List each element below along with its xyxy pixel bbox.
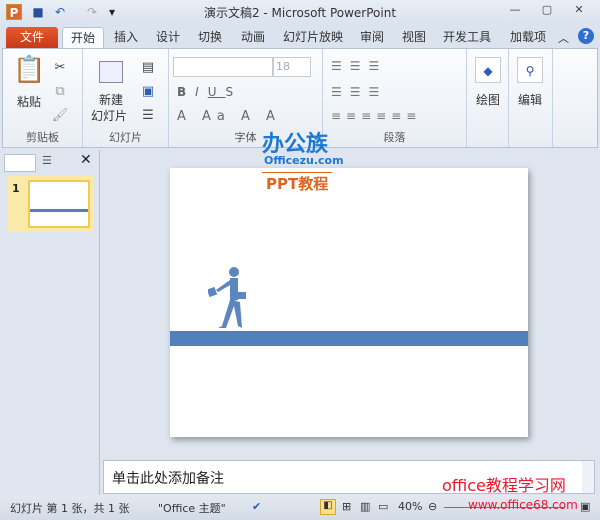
office68-site: www.office68.com xyxy=(468,498,578,512)
ppt-tutorial-caption: PPT教程 xyxy=(262,172,333,194)
font-size-combo[interactable]: 18 xyxy=(273,57,311,77)
new-slide-button[interactable]: 幻灯片 xyxy=(91,107,127,124)
binoculars-icon[interactable]: ⚲ xyxy=(517,57,543,83)
paste-button[interactable]: 粘贴 xyxy=(17,93,41,110)
slides-group: 新建 幻灯片 ▤ ▣ ☰ 幻灯片 xyxy=(83,49,169,147)
drawing-group: ◆ 绘图 xyxy=(467,49,509,147)
title-bar: P ■ ↶ ↷ ▾ 演示文稿2 - Microsoft PowerPoint —… xyxy=(0,0,600,24)
format-painter-icon[interactable]: 🖌 xyxy=(51,107,69,125)
align-icons[interactable]: ≡≡≡≡≡≡ xyxy=(331,109,421,123)
notes-placeholder[interactable]: 单击此处添加备注 xyxy=(112,468,224,488)
slides-tab[interactable] xyxy=(4,154,36,172)
blue-band xyxy=(170,331,528,346)
close-button[interactable]: ✕ xyxy=(568,3,590,19)
thumbnail-band xyxy=(30,209,88,212)
cut-icon[interactable]: ✂ xyxy=(51,59,69,77)
tab-developer[interactable]: 开发工具 xyxy=(438,27,496,48)
zoom-out-icon[interactable]: ⊖ xyxy=(428,500,437,513)
tab-transitions[interactable]: 切换 xyxy=(190,27,230,48)
drawing-icon[interactable]: ◆ xyxy=(475,57,501,83)
editing-button[interactable]: 编辑 xyxy=(518,91,542,108)
list-icons[interactable]: ☰☰☰ xyxy=(331,59,387,73)
office68-logo: office教程学习网 xyxy=(442,476,566,495)
minimize-button[interactable]: — xyxy=(504,3,526,19)
notes-scrollbar[interactable] xyxy=(582,461,594,493)
new-slide-icon[interactable] xyxy=(99,61,123,83)
editing-group: ⚲ 编辑 xyxy=(509,49,553,147)
tab-slideshow[interactable]: 幻灯片放映 xyxy=(278,27,348,48)
tab-view[interactable]: 视图 xyxy=(394,27,434,48)
officezu-site: Officezu.com xyxy=(264,154,344,167)
walking-woman-figure xyxy=(208,267,246,328)
reset-icon[interactable]: ▣ xyxy=(139,83,157,101)
indent-icons[interactable]: ☰☰☰ xyxy=(331,85,387,99)
paste-icon[interactable]: 📋 xyxy=(13,55,45,85)
tab-insert[interactable]: 插入 xyxy=(106,27,146,48)
clipboard-label: 剪贴板 xyxy=(26,131,59,144)
slideshow-icon[interactable]: ▭ xyxy=(378,500,388,513)
tab-animations[interactable]: 动画 xyxy=(232,27,274,48)
slide-canvas[interactable] xyxy=(170,168,528,437)
tab-review[interactable]: 审阅 xyxy=(352,27,392,48)
tab-addins[interactable]: 加载项 xyxy=(504,27,552,48)
outline-tab-icon[interactable]: ☰ xyxy=(42,154,52,167)
ribbon-tabs: 文件 开始 插入 设计 切换 动画 幻灯片放映 审阅 视图 开发工具 加载项 ︿… xyxy=(0,24,600,48)
tab-file[interactable]: 文件 xyxy=(6,27,58,48)
font-name-combo[interactable] xyxy=(173,57,273,77)
tab-home[interactable]: 开始 xyxy=(62,27,104,48)
new-slide-label[interactable]: 新建 xyxy=(99,91,123,108)
close-pane-icon[interactable]: ✕ xyxy=(80,152,92,168)
normal-view-icon[interactable]: ◧ xyxy=(320,499,336,515)
paragraph-group: ☰☰☰ ☰☰☰ ≡≡≡≡≡≡ 段落 xyxy=(323,49,467,147)
slides-label: 幻灯片 xyxy=(109,131,142,144)
font-format-icons[interactable]: BIUS xyxy=(177,85,242,99)
maximize-button[interactable]: ▢ xyxy=(536,3,558,19)
section-icon[interactable]: ☰ xyxy=(139,107,157,125)
clipboard-group: 📋 粘贴 ✂ ⧉ 🖌 剪贴板 xyxy=(3,49,83,147)
slide-thumbnail[interactable] xyxy=(28,180,90,228)
paragraph-label: 段落 xyxy=(383,131,406,144)
help-icon[interactable]: ? xyxy=(578,28,594,44)
status-bar: 幻灯片 第 1 张，共 1 张 "Office 主题" ✔ ◧ ⊞ ▥ ▭ 40… xyxy=(0,495,600,520)
drawing-button[interactable]: 绘图 xyxy=(476,91,500,108)
copy-icon[interactable]: ⧉ xyxy=(51,83,69,101)
slide-sorter-icon[interactable]: ⊞ xyxy=(342,500,351,513)
theme-name[interactable]: "Office 主题" xyxy=(158,500,226,516)
font-size-icons[interactable]: A Aa A A xyxy=(177,109,281,124)
slides-pane: ☰ ✕ 1 xyxy=(0,150,100,495)
slide-number: 1 xyxy=(12,182,20,195)
slide-info: 幻灯片 第 1 张，共 1 张 xyxy=(10,502,130,515)
fit-window-icon[interactable]: ▣ xyxy=(580,500,590,513)
collapse-ribbon-icon[interactable]: ︿ xyxy=(558,30,569,46)
reading-view-icon[interactable]: ▥ xyxy=(360,500,370,513)
layout-icon[interactable]: ▤ xyxy=(139,59,157,77)
spell-check-icon[interactable]: ✔ xyxy=(252,500,261,513)
tab-design[interactable]: 设计 xyxy=(148,27,188,48)
zoom-level[interactable]: 40% xyxy=(398,500,422,513)
